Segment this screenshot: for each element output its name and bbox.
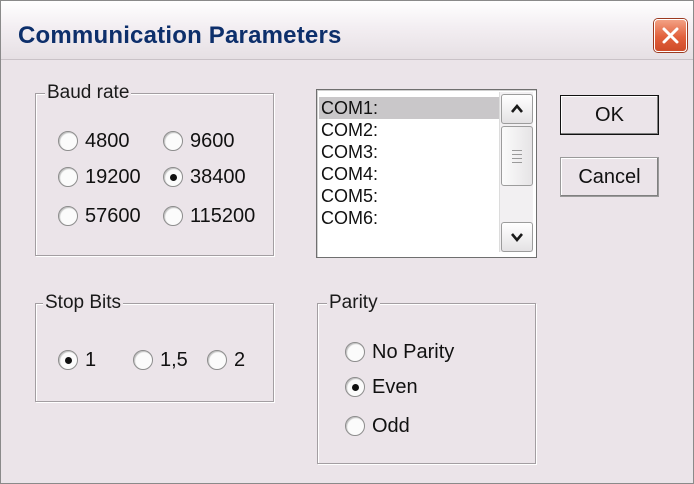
radio-circle [163,167,183,187]
radio-circle [133,350,153,370]
radio-label: No Parity [372,341,455,363]
close-button[interactable] [654,19,687,52]
list-item[interactable]: COM1: [319,97,499,119]
radio-circle [163,131,183,151]
baud-rate-label: Baud rate [45,82,132,104]
list-item[interactable]: COM5: [319,185,499,207]
chevron-down-icon [511,233,523,243]
radio-selected-dot [65,357,72,364]
radio-label: 4800 [85,130,130,152]
com-port-list[interactable]: COM1: COM2: COM3: COM4: COM5: COM6: [316,89,537,258]
baud-rate-group: Baud rate 4800 9600 19200 38400 57600 11… [35,82,274,256]
radio-label: 19200 [85,166,141,188]
ok-button[interactable]: OK [560,95,659,135]
list-scrollbar[interactable] [499,92,533,252]
thumb-grip-line [512,154,522,155]
cancel-button[interactable]: Cancel [560,157,659,197]
thumb-grip-line [512,162,522,163]
scroll-down-button[interactable] [501,222,533,252]
radio-circle [58,167,78,187]
radio-label: Odd [372,415,410,437]
thumb-grip-line [512,150,522,151]
radio-label: 38400 [190,166,246,188]
parity-label: Parity [327,292,380,314]
stop-bits-group: Stop Bits 1 1,5 2 [35,292,274,402]
radio-label: 1,5 [160,349,188,371]
thumb-grip-line [512,158,522,159]
scroll-up-button[interactable] [501,94,533,124]
radio-circle [58,206,78,226]
window-title: Communication Parameters [18,22,342,49]
radio-label: 2 [234,349,246,371]
chevron-up-icon [511,103,523,113]
radio-circle [345,377,365,397]
stop-bits-label: Stop Bits [43,292,124,314]
list-item[interactable]: COM3: [319,141,499,163]
list-item[interactable]: COM2: [319,119,499,141]
radio-label: 9600 [190,130,235,152]
radio-label: 57600 [85,205,141,227]
radio-circle [58,131,78,151]
parity-group: Parity No Parity Even Odd [317,292,536,464]
radio-circle [58,350,78,370]
radio-circle [163,206,183,226]
radio-selected-dot [170,174,177,181]
title-bar[interactable]: Communication Parameters [1,1,693,60]
radio-label: 1 [85,349,97,371]
list-item[interactable]: COM6: [319,207,499,229]
radio-label: Even [372,376,418,398]
list-item[interactable]: COM4: [319,163,499,185]
radio-circle [345,416,365,436]
radio-label: 115200 [190,205,256,227]
close-icon [662,27,679,44]
radio-circle [207,350,227,370]
radio-circle [345,342,365,362]
communication-parameters-dialog: Communication Parameters Baud rate 4800 … [0,0,694,484]
radio-selected-dot [352,384,359,391]
scroll-thumb[interactable] [501,126,533,186]
